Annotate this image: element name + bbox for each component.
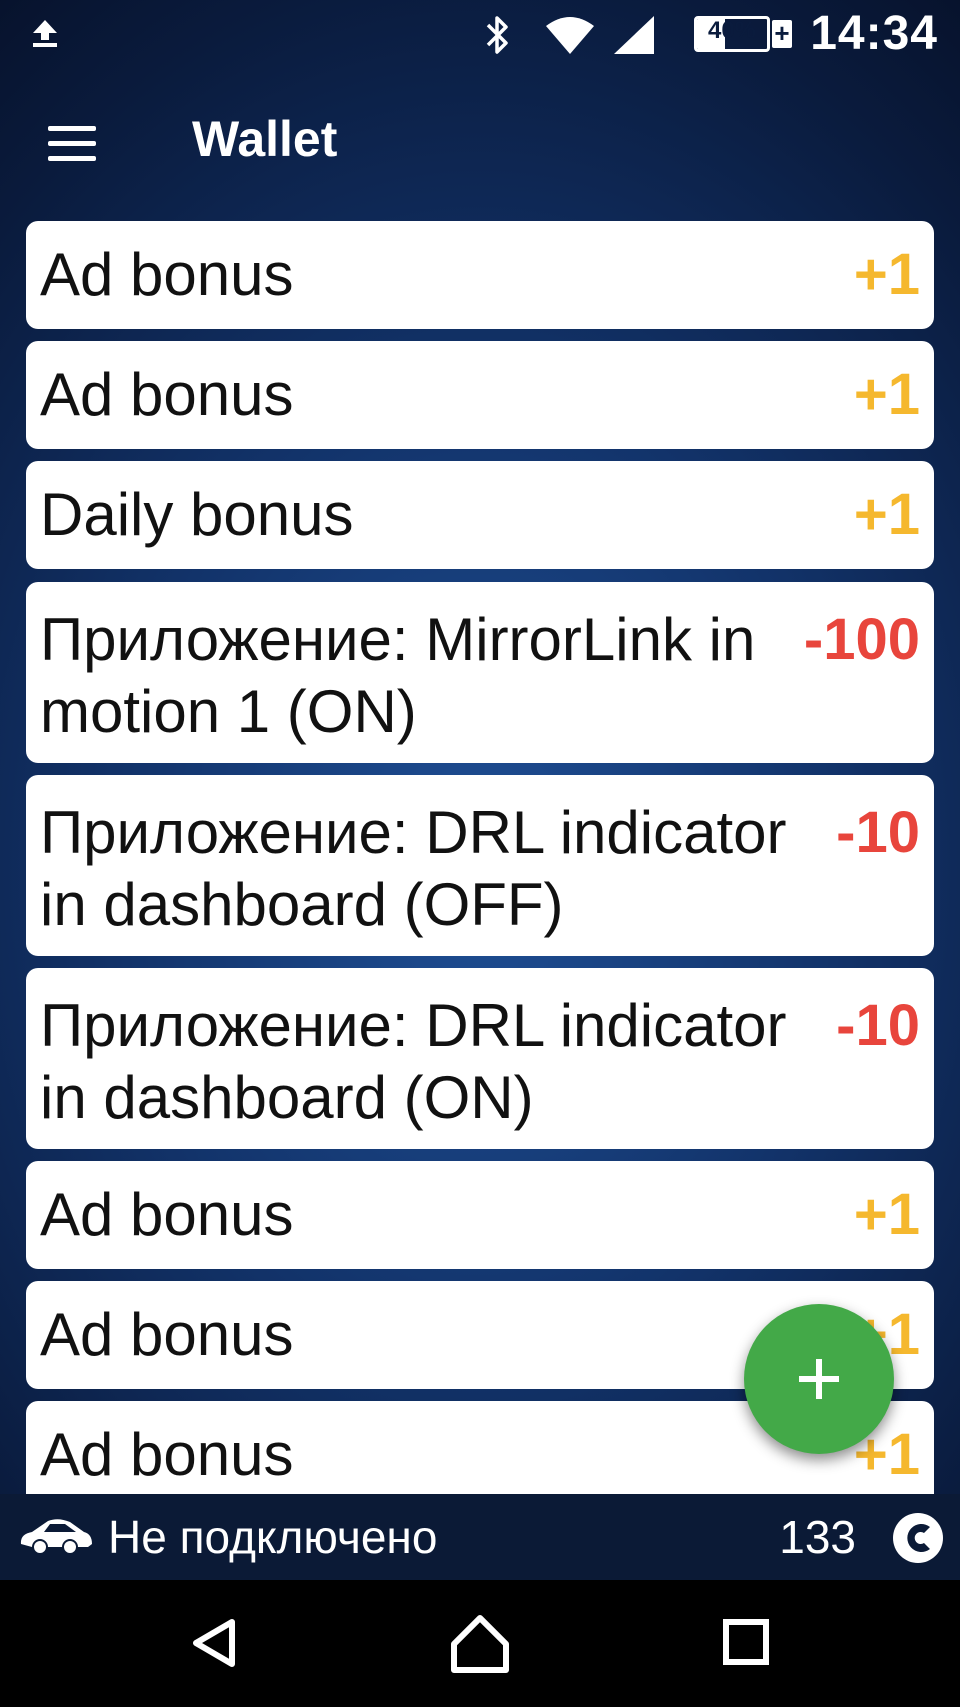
transaction-label-line2: in dashboard (OFF) [40, 871, 564, 938]
page-title: Wallet [192, 111, 338, 167]
battery-indicator: 40% + [694, 14, 794, 54]
transaction-label: Приложение: DRL indicator in dashboard (… [40, 775, 787, 941]
transaction-label: Ad bonus [40, 1421, 294, 1488]
status-clock: 14:34 [810, 7, 938, 60]
app-screen: 40% + 14:34 Wallet Ad bonus +1 Ad bonus … [0, 0, 960, 1580]
connection-status-text: Не подключено [108, 1511, 438, 1563]
home-icon[interactable] [440, 1608, 520, 1678]
recents-square-icon[interactable] [706, 1608, 786, 1678]
coin-balance: 133 [779, 1511, 856, 1563]
car-icon [20, 1519, 92, 1553]
transaction-row[interactable]: Daily bonus +1 [26, 461, 934, 569]
transaction-amount: +1 [853, 482, 920, 547]
connection-status-bar: Не подключено 133 [0, 1494, 960, 1580]
system-nav-bar [0, 1580, 960, 1707]
back-triangle-icon[interactable] [174, 1608, 254, 1678]
battery-charging-plus: + [772, 20, 792, 48]
transaction-row[interactable]: Приложение: MirrorLink in motion 1 (ON) … [26, 582, 934, 763]
app-bar: Wallet [0, 70, 960, 220]
coin-icon [893, 1513, 943, 1563]
transaction-amount: -10 [836, 800, 920, 865]
transaction-label: Приложение: MirrorLink in motion 1 (ON) [40, 582, 755, 748]
transaction-amount: -100 [803, 607, 920, 672]
signal-icon [614, 16, 654, 54]
transaction-label-line2: in dashboard (ON) [40, 1064, 534, 1131]
transaction-label-line1: Приложение: DRL indicator [40, 799, 787, 866]
transaction-label: Ad bonus [40, 1301, 294, 1368]
transaction-label: Ad bonus [40, 361, 294, 428]
transaction-label: Ad bonus [40, 241, 294, 308]
transaction-list[interactable]: Ad bonus +1 Ad bonus +1 Daily bonus +1 П… [26, 221, 934, 1494]
transaction-row[interactable]: Ad bonus +1 [26, 221, 934, 329]
transaction-row[interactable]: Ad bonus +1 [26, 341, 934, 449]
transaction-label: Ad bonus [40, 1181, 294, 1248]
transaction-amount: +1 [853, 1182, 920, 1247]
add-fab-button[interactable] [744, 1304, 894, 1454]
transaction-amount: +1 [853, 362, 920, 427]
status-bar: 40% + 14:34 [0, 0, 960, 70]
transaction-label: Приложение: DRL indicator in dashboard (… [40, 968, 787, 1134]
battery-percent: 40% [707, 17, 757, 44]
transaction-label-line1: Приложение: MirrorLink in [40, 606, 756, 673]
transaction-amount: -10 [836, 993, 920, 1058]
transaction-label: Daily bonus [40, 481, 354, 548]
wifi-icon [546, 17, 594, 54]
transaction-row[interactable]: Приложение: DRL indicator in dashboard (… [26, 968, 934, 1149]
plus-icon [799, 1359, 839, 1399]
hamburger-menu-icon[interactable] [44, 122, 100, 166]
transaction-label-line2: motion 1 (ON) [40, 678, 417, 745]
transaction-label-line1: Приложение: DRL indicator [40, 992, 787, 1059]
bluetooth-icon [486, 16, 508, 54]
transaction-row[interactable]: Приложение: DRL indicator in dashboard (… [26, 775, 934, 956]
transaction-amount: +1 [853, 242, 920, 307]
transaction-row[interactable]: Ad bonus +1 [26, 1161, 934, 1269]
upload-icon [33, 20, 57, 47]
